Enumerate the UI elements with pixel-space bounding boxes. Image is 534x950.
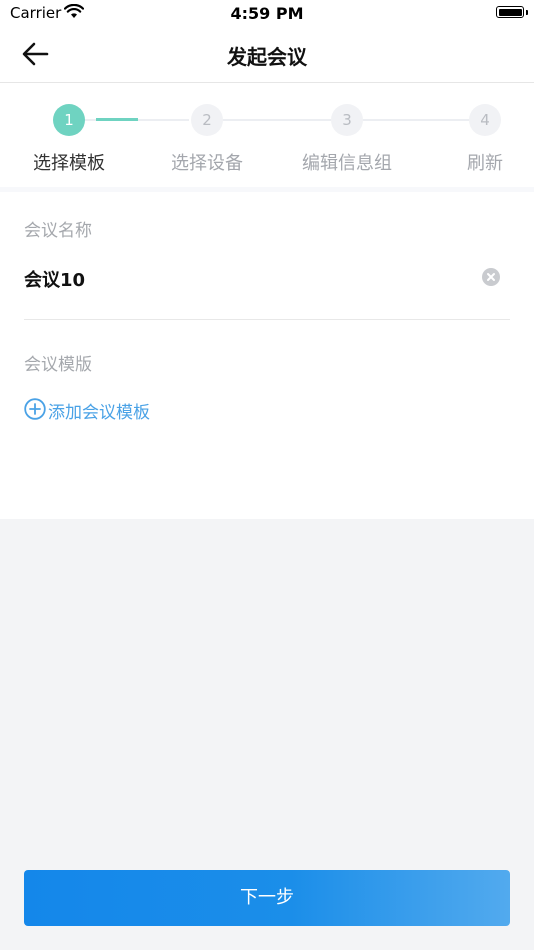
step-3-circle[interactable]: 3 bbox=[331, 104, 363, 136]
step-2-circle[interactable]: 2 bbox=[191, 104, 223, 136]
status-time: 4:59 PM bbox=[230, 4, 304, 23]
step-4-label: 刷新 bbox=[467, 153, 503, 174]
meeting-name-label: 会议名称 bbox=[24, 221, 92, 241]
page-title: 发起会议 bbox=[227, 45, 307, 69]
meeting-template-label: 会议模版 bbox=[24, 355, 92, 375]
step-connector-3 bbox=[363, 119, 469, 121]
meeting-form: 会议名称 会议10 会议模版 添加会议模板 bbox=[0, 192, 534, 519]
nav-bar: 发起会议 bbox=[0, 28, 534, 83]
step-1-circle[interactable]: 1 bbox=[53, 104, 85, 136]
stepper: 1 2 3 4 选择模板 选择设备 编辑信息组 刷新 bbox=[0, 83, 534, 187]
clear-button[interactable] bbox=[482, 268, 500, 286]
step-2-label: 选择设备 bbox=[171, 153, 243, 174]
meeting-name-input[interactable]: 会议10 bbox=[24, 266, 85, 292]
field-divider bbox=[24, 319, 510, 320]
plus-circle-icon bbox=[24, 398, 46, 424]
step-connector-2 bbox=[223, 119, 331, 121]
battery-icon bbox=[496, 6, 524, 18]
status-bar: Carrier 4:59 PM bbox=[0, 0, 534, 28]
add-template-label: 添加会议模板 bbox=[48, 403, 150, 423]
next-step-button[interactable]: 下一步 bbox=[24, 870, 510, 926]
step-progress bbox=[96, 118, 138, 121]
battery-tip bbox=[526, 10, 528, 15]
step-1-label: 选择模板 bbox=[33, 153, 105, 174]
clear-circle-icon bbox=[482, 271, 500, 290]
step-3-label: 编辑信息组 bbox=[302, 153, 392, 174]
step-4-circle[interactable]: 4 bbox=[469, 104, 501, 136]
